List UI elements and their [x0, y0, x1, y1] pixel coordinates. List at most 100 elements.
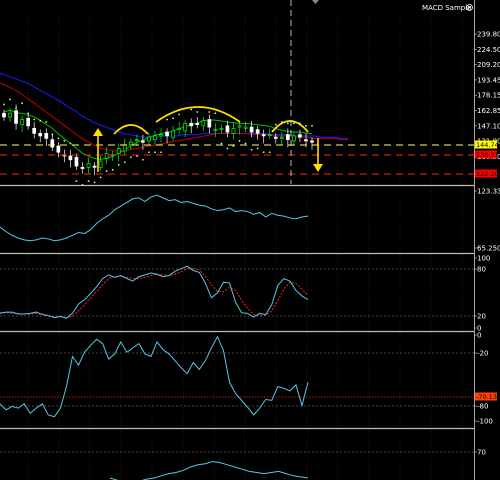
parabolic-sar-dot	[214, 112, 217, 115]
candle-body	[298, 134, 302, 138]
parabolic-sar-dot	[178, 113, 181, 116]
candle-body	[189, 122, 194, 127]
price-tag-label: 122.20	[476, 170, 499, 178]
annotation-arc[interactable]	[113, 124, 149, 135]
candle-body	[20, 119, 24, 125]
axis-tick-label: 20	[477, 313, 486, 321]
candle-body	[32, 127, 37, 134]
annotation-arc[interactable]	[271, 120, 309, 133]
parabolic-sar-dot	[292, 122, 295, 125]
candle-body	[225, 125, 230, 133]
parabolic-sar-dot	[129, 156, 132, 159]
parabolic-sar-dot	[105, 170, 108, 172]
williams-r-pane[interactable]	[0, 335, 474, 418]
axis-tick-label: 224.50	[477, 46, 500, 54]
parabolic-sar-dot	[142, 158, 144, 161]
pane-separators[interactable]	[0, 184, 474, 430]
axis-tick-label: -20	[477, 350, 488, 358]
candle-body	[86, 163, 91, 168]
parabolic-sar-dot	[51, 133, 54, 136]
axis-tick-label: 209.20	[477, 61, 500, 69]
candle-body	[249, 126, 254, 133]
price-tag-label: 144.74	[476, 141, 499, 149]
candle-body	[68, 155, 73, 161]
parabolic-sar-dot	[208, 111, 211, 113]
parabolic-sar-dot	[63, 140, 66, 142]
candle-body	[38, 133, 43, 137]
parabolic-sar-dot	[117, 163, 120, 166]
candle-body	[255, 129, 260, 134]
parabolic-sar-dot	[39, 119, 42, 122]
candle-body	[279, 136, 284, 139]
candle-body	[26, 117, 31, 127]
candle-body	[183, 122, 188, 132]
parabolic-sar-dot	[244, 142, 247, 145]
candle-body	[50, 139, 55, 148]
candle-body	[171, 130, 175, 138]
parabolic-sar-dot	[160, 151, 162, 154]
parabolic-sar-dot	[256, 147, 259, 150]
williams-r-line	[0, 335, 309, 418]
parabolic-sar-dot	[21, 102, 24, 105]
trading-chart[interactable]: 239.80 224.50 209.20 193.45 178.15 162.85 147.…	[0, 0, 500, 480]
candle-body	[56, 145, 61, 153]
indicator-5-pane[interactable]	[0, 451, 474, 480]
candle-body	[267, 134, 272, 136]
parabolic-sar-dot	[33, 118, 36, 121]
axis-tick-label: 239.80	[477, 31, 500, 39]
parabolic-sar-dot	[75, 180, 78, 183]
parabolic-sar-dot	[154, 151, 156, 154]
stochastic-main-line	[0, 265, 309, 319]
parabolic-sar-dot	[238, 140, 241, 142]
candle-body	[122, 144, 127, 152]
candle-body	[237, 125, 242, 128]
parabolic-sar-dot	[196, 111, 199, 113]
candle-body	[292, 135, 296, 142]
parabolic-sar-dot	[220, 142, 223, 145]
candle-body	[80, 166, 85, 169]
parabolic-sar-dot	[172, 117, 174, 120]
candle-body	[153, 135, 157, 141]
parabolic-sar-dot	[268, 151, 271, 154]
axis-tick-label: 162.85	[477, 107, 500, 115]
candle-body	[165, 131, 169, 137]
candle-body	[195, 122, 200, 125]
parabolic-sar-dot	[111, 168, 114, 171]
candle-body	[207, 119, 212, 128]
indicator-5-line	[109, 460, 309, 480]
annotation-arc[interactable]	[155, 106, 241, 123]
indicator-1-pane[interactable]	[0, 194, 309, 242]
candle-body	[128, 141, 133, 146]
axis-tick-label: 70	[477, 449, 486, 457]
axis-tick-label: -100	[477, 418, 493, 426]
chart-shift-marker-icon[interactable]	[312, 0, 319, 4]
candle-body	[141, 140, 145, 143]
candle-body	[304, 139, 308, 142]
price-pane[interactable]	[0, 0, 474, 186]
parabolic-sar-dot	[93, 181, 96, 184]
parabolic-sar-dot	[81, 184, 84, 186]
parabolic-sar-dot	[123, 161, 126, 164]
parabolic-sar-dot	[3, 103, 5, 106]
axis-tick-label: 147.10	[477, 122, 500, 130]
parabolic-sar-dot	[87, 180, 90, 183]
candle-body	[44, 133, 49, 139]
candle-body	[74, 156, 79, 167]
candle-body	[201, 120, 206, 127]
stochastic-pane[interactable]	[0, 265, 474, 319]
parabolic-sar-dot	[57, 137, 60, 140]
stochastic-signal-line	[0, 267, 309, 319]
indicator-1-line	[0, 194, 309, 242]
candle-body	[310, 140, 314, 143]
parabolic-sar-dot	[311, 124, 313, 127]
window-title: MACD Sample	[422, 4, 471, 12]
axis-tick-label: 100	[477, 255, 490, 263]
parabolic-sar-dot	[226, 147, 229, 150]
chart-grid	[27, 17, 463, 480]
candle-body	[104, 153, 109, 159]
candle-body	[116, 148, 121, 154]
parabolic-sar-dot	[166, 118, 168, 121]
candle-body	[147, 136, 151, 142]
candle-body	[177, 127, 181, 130]
parabolic-sar-dot	[148, 151, 150, 154]
